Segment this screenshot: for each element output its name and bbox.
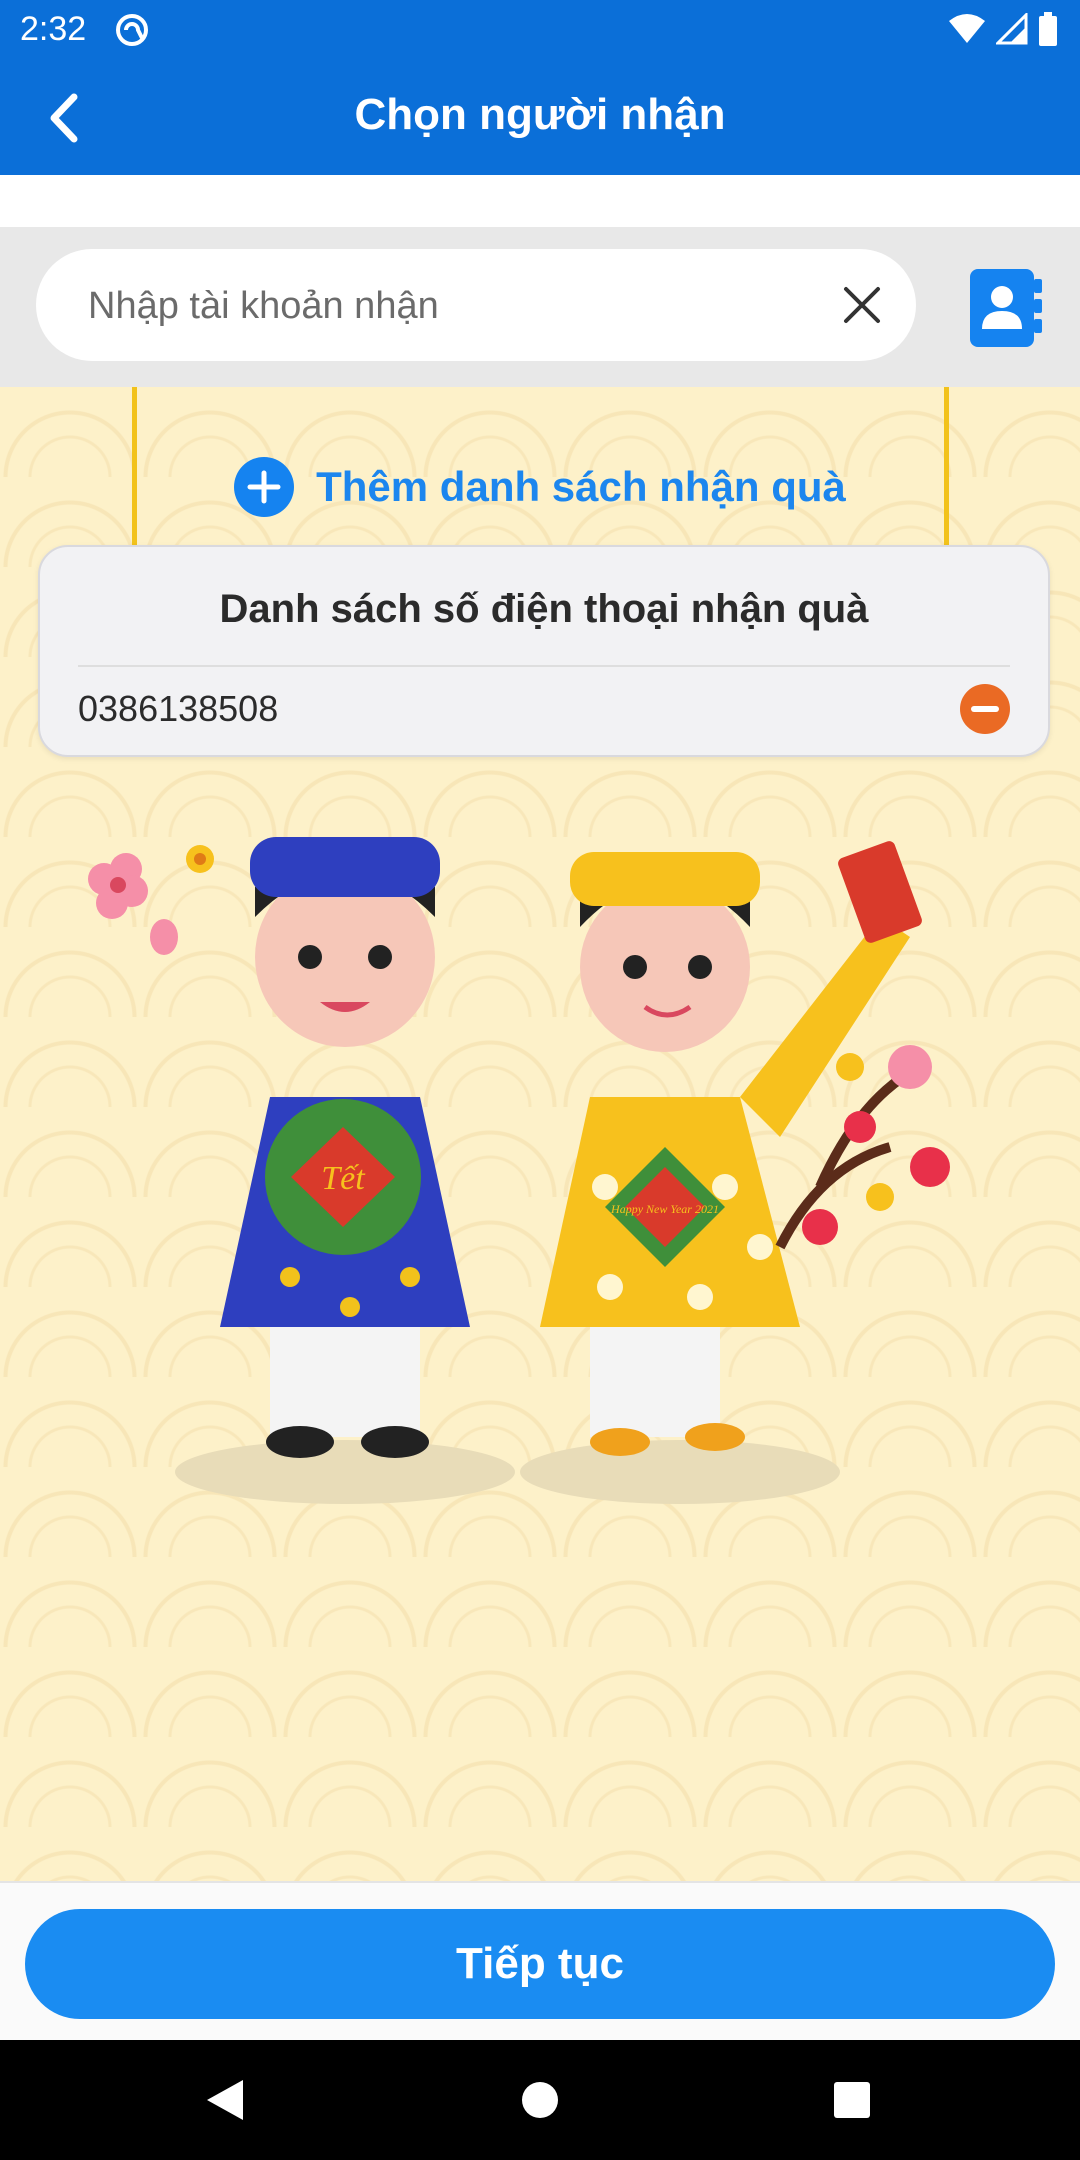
status-bar: 2:32 (0, 0, 1080, 60)
list-item: 0386138508 (78, 669, 1010, 749)
wifi-icon (949, 14, 985, 43)
search-input[interactable] (86, 249, 810, 363)
search-area (0, 227, 1080, 387)
header-spacer (0, 175, 1080, 227)
girl-character: Happy New Year 2021 (540, 841, 922, 1456)
close-icon (844, 287, 880, 323)
nav-recents-button[interactable] (822, 2070, 882, 2130)
app-notification-icon (116, 14, 148, 46)
nav-home-button[interactable] (510, 2070, 570, 2130)
app-bar: Chọn người nhận (0, 60, 1080, 175)
watermelon-text: Tết (321, 1160, 366, 1197)
contacts-button[interactable] (966, 265, 1046, 351)
boy-character: Tết (220, 837, 470, 1458)
remove-button[interactable] (960, 684, 1010, 734)
tet-illustration: Tết Happy New Year 2021 (88, 837, 950, 1504)
status-time: 2:32 (20, 10, 87, 48)
flower-icon (88, 845, 214, 955)
bottom-bar: Tiếp tục (0, 1881, 1080, 2041)
square-recents-icon (834, 2082, 870, 2118)
minus-icon (971, 706, 999, 712)
gift-list-title: Danh sách số điện thoại nhận quà (219, 587, 869, 631)
page-title: Chọn người nhận (354, 90, 726, 139)
search-box (36, 249, 916, 363)
triangle-back-icon (207, 2080, 243, 2120)
phone-number: 0386138508 (78, 688, 279, 729)
signal-icon (996, 13, 1028, 45)
gift-content-area: Thêm danh sách nhận quà Danh sách số điệ… (0, 387, 1080, 1881)
divider (78, 665, 1010, 667)
plus-icon (234, 457, 295, 517)
nav-back-button[interactable] (195, 2070, 255, 2130)
add-gift-list-label: Thêm danh sách nhận quà (316, 463, 846, 510)
add-gift-list-button[interactable]: Thêm danh sách nhận quà (0, 457, 1080, 517)
gift-list-card: Danh sách số điện thoại nhận quà 0386138… (38, 545, 1050, 757)
system-nav-bar (0, 2040, 1080, 2160)
battery-icon (1039, 12, 1057, 46)
status-icons (948, 12, 1058, 46)
card-text: Happy New Year 2021 (610, 1202, 719, 1216)
circle-home-icon (522, 2082, 558, 2118)
continue-button[interactable]: Tiếp tục (25, 1909, 1055, 2019)
contacts-book-icon (970, 269, 1042, 347)
clear-button[interactable] (832, 275, 892, 335)
